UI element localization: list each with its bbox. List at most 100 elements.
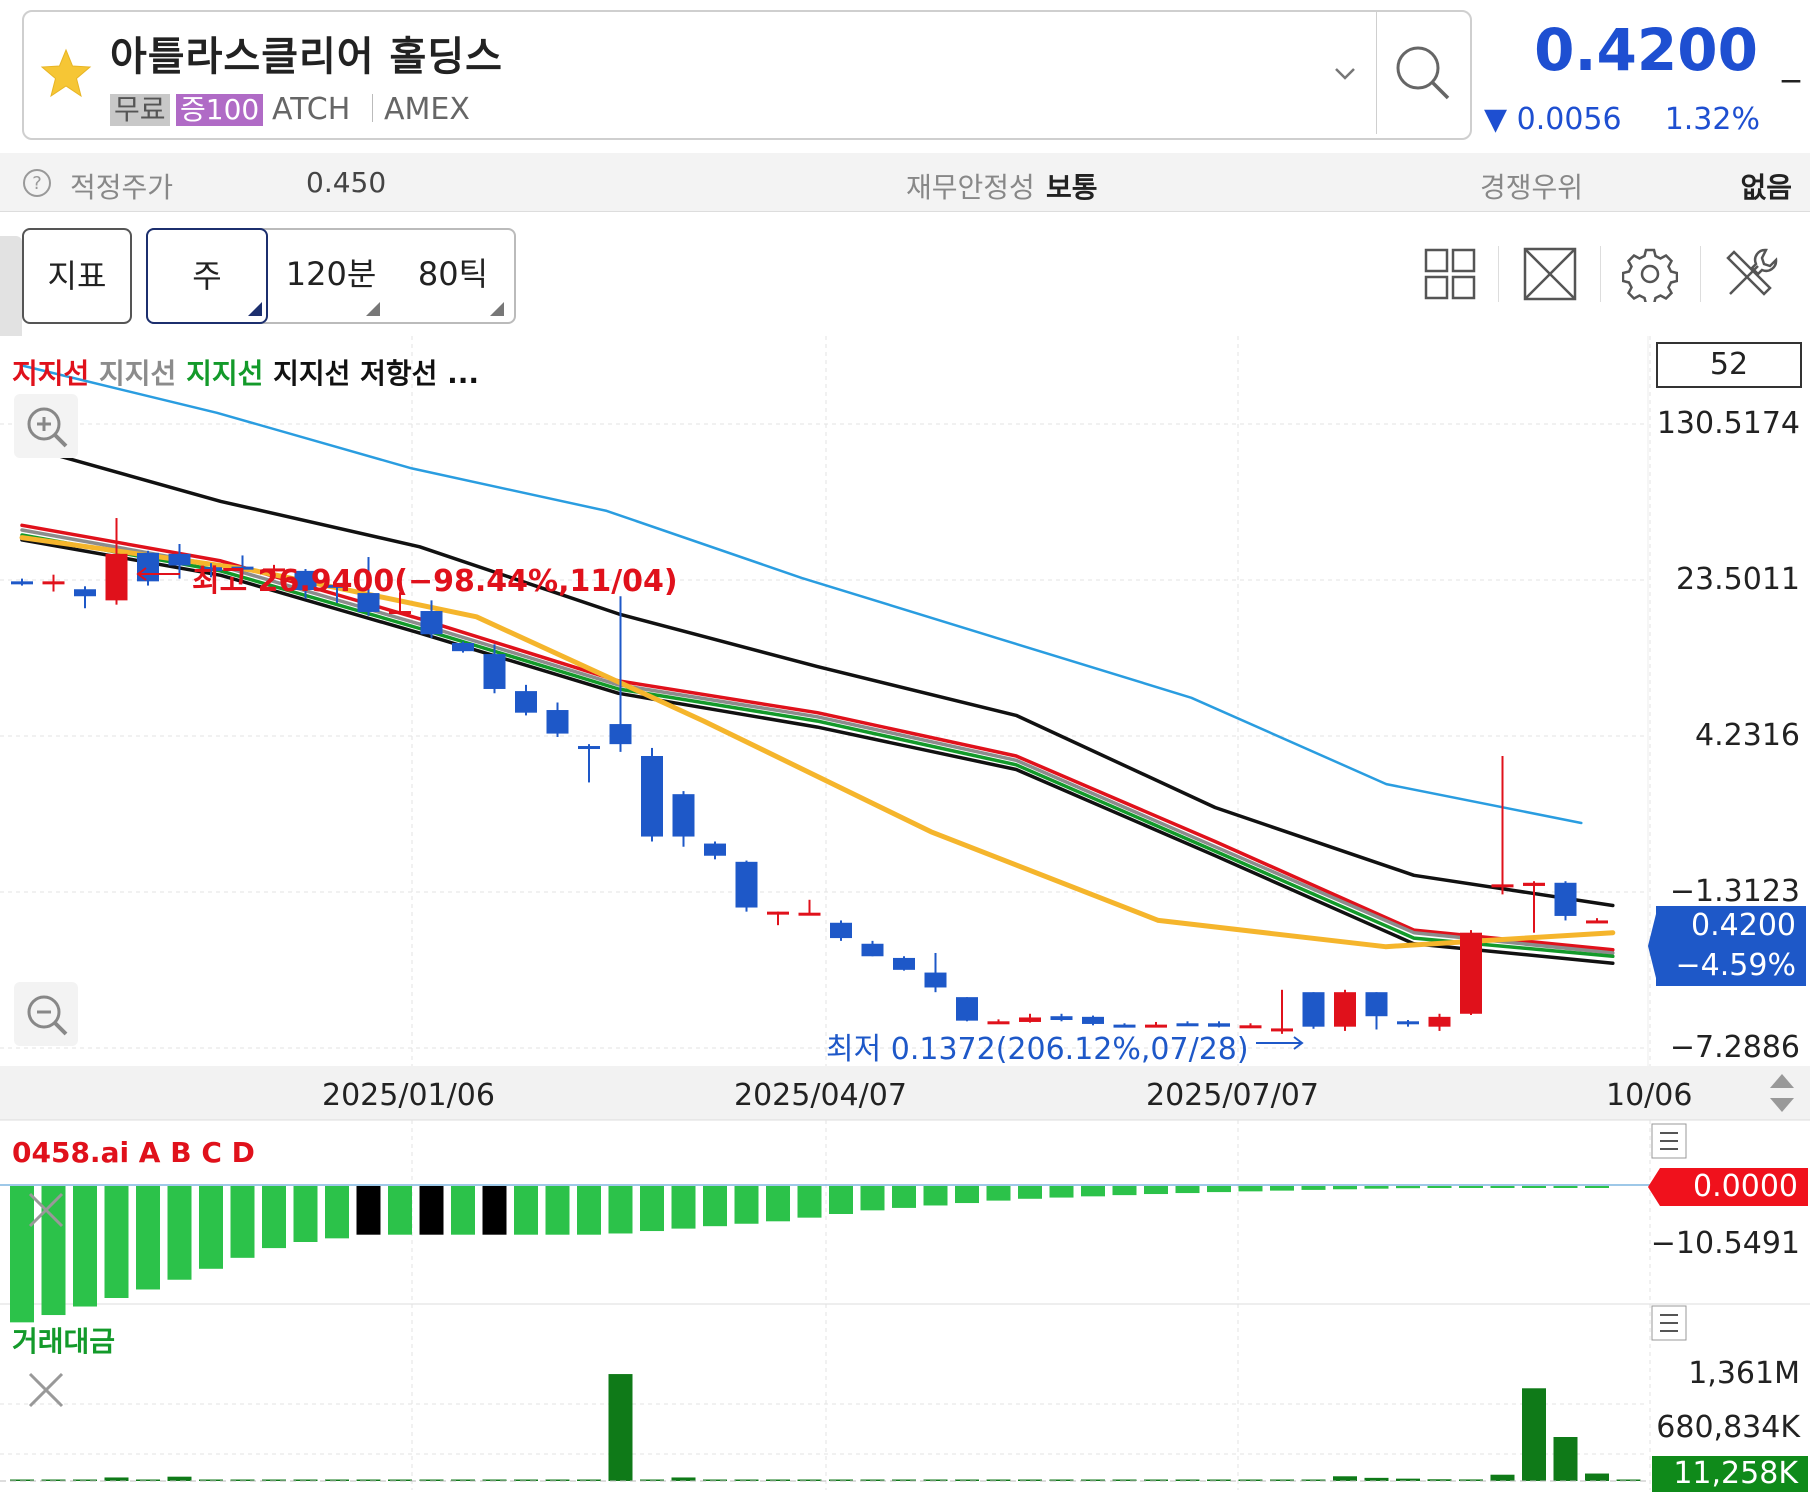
oscillator-bar (356, 1186, 381, 1235)
candle-body (105, 553, 128, 601)
oscillator-bar (1112, 1186, 1137, 1196)
oscillator-bar (262, 1186, 286, 1249)
oscillator-bar (1175, 1186, 1200, 1194)
price-change-percent: 1.32% (1664, 102, 1760, 137)
volume-bar (136, 1479, 160, 1481)
layout-grid-icon[interactable] (1424, 248, 1476, 300)
chart-legend: 지지선 지지선 지지선 지지선 저항선 ... (12, 352, 479, 392)
volume-menu-icon[interactable] (1651, 1305, 1687, 1341)
oscillator-bar (986, 1186, 1011, 1201)
oscillator-bar (1333, 1186, 1357, 1190)
candle-body (609, 724, 632, 745)
oscillator-bar (293, 1186, 318, 1242)
current-price: 0.4200 (1534, 16, 1758, 84)
y-tick-label: 23.5011 (1675, 562, 1800, 597)
volume-bar (1522, 1388, 1546, 1481)
volume-bar (1585, 1473, 1609, 1481)
oscillator-tick-label: −10.5491 (1650, 1226, 1800, 1261)
favorite-star-icon[interactable] (38, 46, 94, 102)
oscillator-bar (1490, 1186, 1515, 1188)
tools-icon[interactable] (1722, 246, 1778, 302)
fullscreen-icon[interactable] (1522, 246, 1578, 302)
candle-body (11, 581, 33, 585)
120min-corner-mark (366, 302, 380, 316)
candle-body (452, 642, 474, 652)
oscillator-bar (640, 1186, 664, 1232)
oscillator-bar (1049, 1186, 1074, 1198)
exchange-name: AMEX (384, 92, 470, 127)
oscillator-value-tag: 0.0000 (1660, 1168, 1808, 1206)
search-button[interactable] (1378, 12, 1468, 134)
volume-bar (766, 1479, 790, 1481)
oscillator-bar (1301, 1186, 1326, 1190)
y-tick-label: −7.2886 (1669, 1030, 1800, 1065)
candle-body (1460, 932, 1482, 1014)
gear-icon[interactable] (1622, 246, 1678, 302)
oscillator-bar (514, 1186, 538, 1235)
close-volume-icon[interactable] (28, 1372, 64, 1408)
indicator-button[interactable]: 지표 (22, 228, 132, 324)
week-label: 주 (192, 257, 222, 295)
oscillator-bar (199, 1186, 223, 1269)
oscillator-bar (1459, 1186, 1483, 1188)
candle-body (1523, 882, 1545, 886)
price-tag-percent: −4.59% (1675, 948, 1796, 983)
x-tick-label: 2025/07/07 (1146, 1078, 1319, 1113)
candle-body (893, 957, 915, 970)
candle-count-box[interactable]: 52 (1656, 342, 1802, 388)
high-annotation: 최고 26.9400(−98.44%,11/04) (192, 564, 678, 599)
stock-chart[interactable] (0, 336, 1810, 1490)
main-chart-area (0, 336, 1648, 1066)
candle-body (483, 654, 506, 689)
price-change: ▼ 0.0056 (1484, 102, 1622, 137)
fair-price-value: 0.450 (306, 166, 387, 199)
candle-body (798, 912, 821, 916)
trading-value-bars (10, 1374, 1641, 1481)
zoom-out-icon[interactable] (14, 982, 78, 1046)
oscillator-bar (388, 1186, 412, 1235)
volume-bar (1553, 1437, 1578, 1481)
financial-stability-label: 재무안정성 (906, 171, 1035, 204)
y-tick-label: −1.3123 (1669, 874, 1800, 909)
candle-body (704, 843, 726, 856)
candle-body (1082, 1016, 1104, 1024)
volume-title: 거래대금 (12, 1325, 116, 1358)
oscillator-bar (1364, 1186, 1389, 1189)
volume-bar (608, 1374, 633, 1481)
volume-bar (167, 1476, 192, 1481)
candle-body (924, 972, 947, 988)
zoom-in-icon[interactable] (14, 394, 78, 458)
candle-body (74, 589, 96, 597)
toolbar-divider (1700, 246, 1701, 302)
oscillator-menu-icon[interactable] (1651, 1123, 1687, 1159)
candle-body (672, 794, 695, 837)
oscillator-bar (577, 1186, 601, 1235)
candle-body (1554, 882, 1577, 916)
oscillator-bar (1207, 1186, 1231, 1193)
oscillator-bar (41, 1186, 66, 1316)
candle-body (1586, 920, 1608, 924)
candle-body (830, 922, 852, 939)
candle-body (956, 997, 978, 1021)
y-tick-label: 130.5174 (1656, 406, 1800, 441)
legend-item: 지지선 (99, 357, 177, 390)
chevron-down-icon[interactable] (1330, 58, 1360, 88)
oscillator-bar (1018, 1186, 1042, 1199)
candle-body (578, 746, 600, 750)
oscillator-bar (766, 1186, 790, 1222)
competitive-advantage-value: 없음 (1740, 171, 1792, 204)
low-annotation: 최저 0.1372(206.12%,07/28) (826, 1032, 1249, 1067)
week-corner-mark (248, 302, 262, 316)
volume-bar (1333, 1476, 1357, 1481)
oscillator-bar (608, 1186, 633, 1234)
candle-body (1334, 992, 1356, 1027)
legend-item: 저항선 (360, 357, 438, 390)
volume-value-tag: 11,258K (1652, 1456, 1808, 1492)
volume-bar (104, 1477, 129, 1481)
margin-badge: 증100 (176, 94, 264, 126)
oscillator-bar (419, 1186, 444, 1235)
oscillator-bar (1081, 1186, 1105, 1197)
candle-body (1365, 992, 1388, 1017)
candle-body (389, 611, 411, 615)
help-icon[interactable]: ? (22, 168, 52, 198)
